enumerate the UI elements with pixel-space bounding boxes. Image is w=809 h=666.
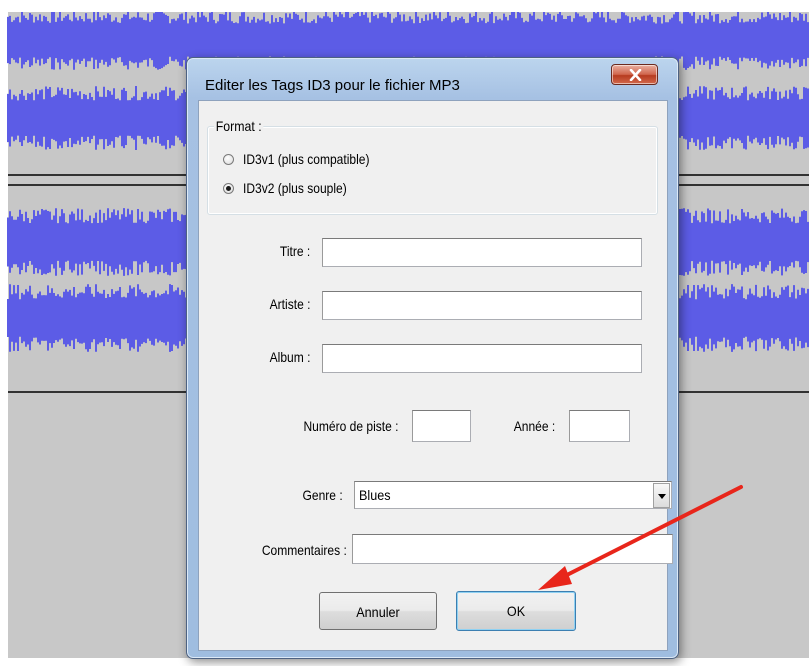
close-icon xyxy=(629,69,642,81)
cancel-button[interactable]: Annuler xyxy=(319,592,437,630)
ok-button[interactable]: OK xyxy=(456,591,576,631)
format-groupbox xyxy=(207,126,658,215)
edit-id3-tags-dialog: Editer les Tags ID3 pour le fichier MP3 … xyxy=(186,57,679,659)
radio-button[interactable] xyxy=(223,153,234,165)
album-field[interactable] xyxy=(322,344,642,373)
radio-label: ID3v2 (plus souple) xyxy=(243,180,347,196)
format-label: Format : xyxy=(214,118,264,134)
album-label: Album : xyxy=(269,349,310,365)
comments-field[interactable] xyxy=(352,534,673,564)
title-label: Titre : xyxy=(279,243,310,259)
year-label: Année : xyxy=(513,418,555,434)
radio-id3v1[interactable]: ID3v1 (plus compatible) xyxy=(223,149,390,169)
year-field[interactable] xyxy=(569,410,630,442)
artist-field[interactable] xyxy=(322,291,642,320)
dialog-title: Editer les Tags ID3 pour le fichier MP3 xyxy=(205,77,460,94)
track-number-field[interactable] xyxy=(412,410,471,442)
genre-select[interactable]: Blues xyxy=(354,481,672,509)
chevron-down-icon[interactable] xyxy=(653,483,670,508)
radio-label: ID3v1 (plus compatible) xyxy=(243,151,370,167)
genre-label: Genre : xyxy=(302,487,343,503)
artist-label: Artiste : xyxy=(269,296,310,312)
radio-id3v2[interactable]: ID3v2 (plus souple) xyxy=(223,178,364,198)
title-field[interactable] xyxy=(322,238,642,267)
track-number-label: Numéro de piste : xyxy=(302,418,398,434)
dialog-content: Format : ID3v1 (plus compatible) ID3v2 (… xyxy=(198,100,673,651)
close-button[interactable] xyxy=(611,64,658,85)
comments-label: Commentaires : xyxy=(262,542,347,558)
radio-button[interactable] xyxy=(223,182,234,194)
